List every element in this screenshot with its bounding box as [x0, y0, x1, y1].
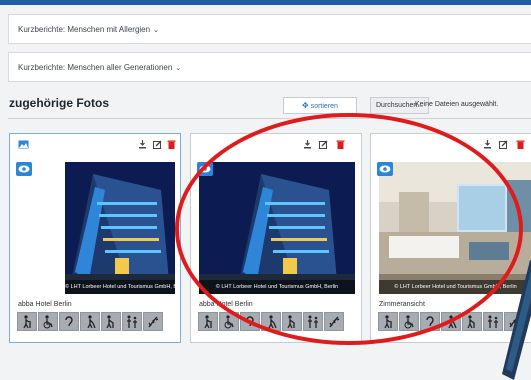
download-icon[interactable] — [138, 140, 147, 149]
annotation-pen-icon — [502, 260, 531, 380]
card-toolbar — [10, 134, 180, 154]
edit-icon[interactable] — [153, 140, 162, 149]
photo-name: abba Hotel Berlin — [18, 301, 72, 308]
move-icon: ✥ — [302, 101, 309, 110]
allergy-icon[interactable] — [143, 312, 163, 331]
edit-icon[interactable] — [499, 140, 508, 149]
download-icon[interactable] — [483, 140, 492, 149]
panel-allergies-label: Kurzberichte: Menschen mit Allergien ⌄ — [18, 25, 159, 34]
wheelchair-icon[interactable] — [38, 312, 58, 331]
hotel-photo[interactable]: © LHT Lorbeer Hotel und Tourismus GmbH, … — [65, 162, 175, 294]
visibility-eye-icon[interactable] — [16, 162, 32, 176]
delete-icon[interactable] — [167, 140, 176, 149]
chevron-down-icon: ⌄ — [153, 27, 159, 34]
top-bar — [0, 0, 531, 5]
elderly-icon[interactable] — [101, 312, 121, 331]
panel-allergies[interactable]: Kurzberichte: Menschen mit Allergien ⌄ — [8, 14, 531, 44]
family-icon[interactable] — [122, 312, 142, 331]
divider — [8, 118, 531, 119]
panel-generations[interactable]: Kurzberichte: Menschen aller Generatione… — [8, 52, 531, 82]
delete-icon[interactable] — [516, 140, 525, 149]
red-annotation-ellipse — [175, 113, 523, 345]
hearing-icon[interactable] — [59, 312, 79, 331]
blind-cane-icon[interactable] — [80, 312, 100, 331]
photos-section-title: zugehörige Fotos — [9, 96, 109, 110]
no-file-selected-text: Keine Dateien ausgewählt. — [415, 101, 499, 108]
panel-generations-label: Kurzberichte: Menschen aller Generatione… — [18, 63, 182, 72]
accessibility-icons — [17, 312, 167, 333]
photo-card-1[interactable]: © LHT Lorbeer Hotel und Tourismus GmbH, … — [9, 133, 181, 343]
photo-caption: © LHT Lorbeer Hotel und Tourismus GmbH, … — [65, 280, 175, 294]
chevron-down-icon: ⌄ — [175, 65, 182, 72]
sort-button[interactable]: ✥ sortieren — [283, 97, 357, 114]
walking-aid-icon[interactable] — [198, 312, 218, 331]
image-icon — [18, 140, 29, 149]
walking-aid-icon[interactable] — [17, 312, 37, 331]
